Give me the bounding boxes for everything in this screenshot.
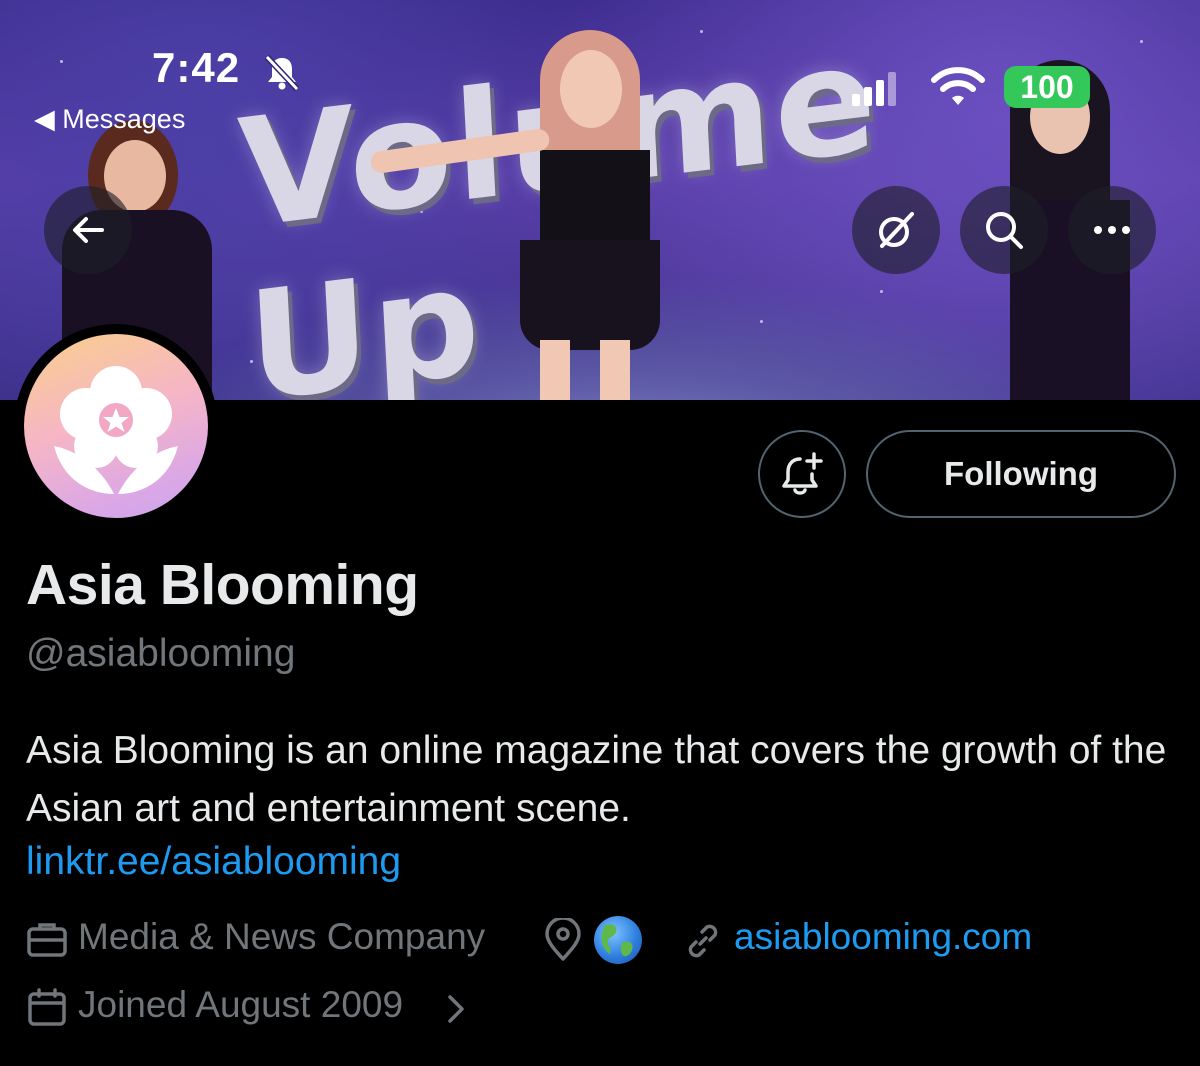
back-button[interactable] <box>44 186 132 274</box>
avatar[interactable] <box>24 334 208 518</box>
bell-plus-icon <box>782 452 823 495</box>
search-icon <box>986 212 1023 249</box>
profile-display-name: Asia Blooming <box>26 553 419 617</box>
profile-category: Media & News Company <box>78 916 486 957</box>
notifications-button[interactable] <box>758 430 846 518</box>
following-button[interactable]: Following <box>866 430 1176 518</box>
profile-bio: Asia Blooming is an online magazine that… <box>26 729 1167 830</box>
flower-logo-icon <box>54 366 178 494</box>
more-options-button[interactable] <box>1068 186 1156 274</box>
search-button[interactable] <box>960 186 1048 274</box>
back-to-messages-link[interactable]: ◀ Messages <box>34 104 185 135</box>
profile-banner[interactable]: Volume Up 7:42 ◀ Messages <box>0 0 1200 400</box>
grok-button[interactable] <box>852 186 940 274</box>
chevron-right-icon[interactable] <box>444 992 468 1026</box>
more-icon <box>1094 226 1130 234</box>
calendar-icon <box>28 988 66 1026</box>
briefcase-icon <box>27 923 67 957</box>
profile-joined-date[interactable]: Joined August 2009 <box>78 984 403 1026</box>
silent-mode-icon <box>264 54 300 92</box>
link-icon <box>688 924 718 958</box>
arrow-left-icon <box>73 217 104 243</box>
status-time: 7:42 <box>152 44 241 91</box>
grok-icon <box>879 212 914 248</box>
profile-website-link[interactable]: asiablooming.com <box>734 916 1032 958</box>
bio-link[interactable]: linktr.ee/asiablooming <box>26 840 401 884</box>
location-pin-icon <box>545 918 581 961</box>
cellular-signal-icon <box>852 72 896 106</box>
wifi-icon <box>931 67 985 105</box>
profile-handle: @asiablooming <box>26 632 296 675</box>
battery-indicator: 100 <box>1004 66 1090 108</box>
globe-americas-icon <box>594 916 642 964</box>
